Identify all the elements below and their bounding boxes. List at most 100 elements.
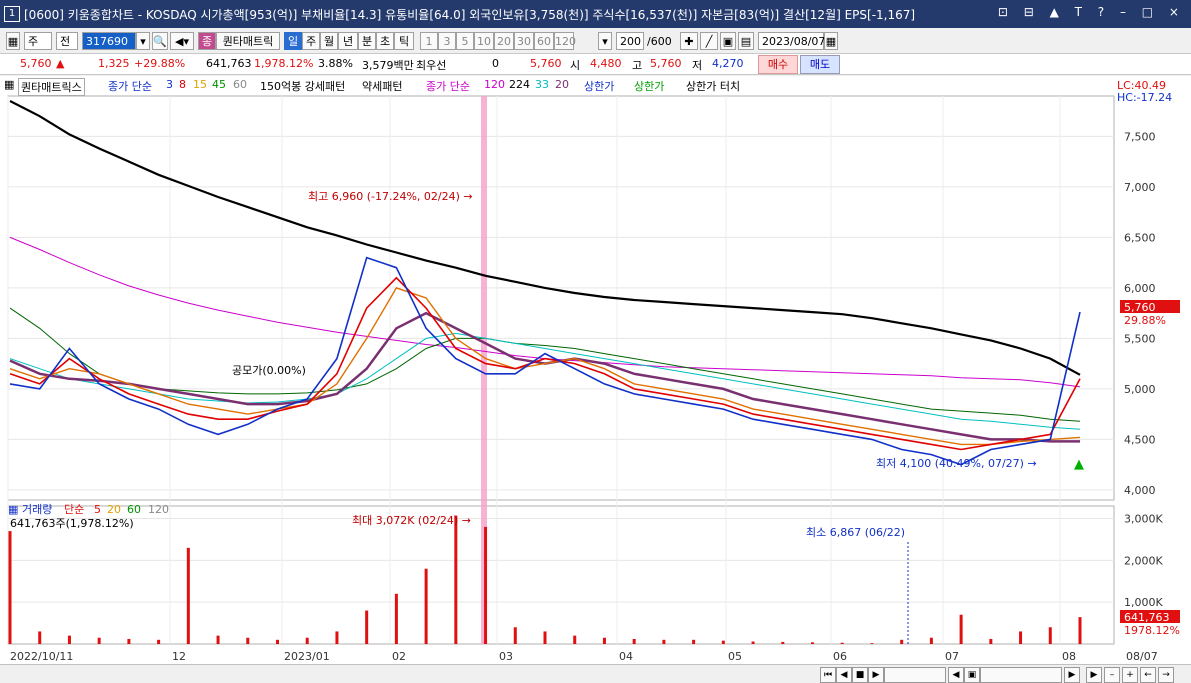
price-change-pct: +29.88% bbox=[134, 57, 186, 70]
volume-bar bbox=[840, 642, 844, 644]
next-icon[interactable]: ▶ bbox=[868, 667, 884, 683]
volume-legend-value: 641,763주(1,978.12%) bbox=[10, 517, 134, 530]
period-month[interactable]: 월 bbox=[320, 32, 338, 50]
small-annotation: 공모가(0.00%) bbox=[232, 364, 306, 377]
legend-ma120: 120 bbox=[484, 78, 505, 91]
volume-bar bbox=[692, 639, 696, 644]
volume-bar bbox=[67, 635, 71, 644]
date-input[interactable]: 2023/08/07 bbox=[758, 32, 825, 50]
num-20[interactable]: 20 bbox=[494, 32, 514, 50]
buy-button[interactable]: 매수 bbox=[758, 55, 798, 74]
volume-bar bbox=[8, 531, 12, 644]
window-buttons[interactable]: ⊡ ⊟ ▲ T ? – □ × bbox=[998, 5, 1185, 19]
scrollbar[interactable] bbox=[884, 667, 946, 683]
grid-icon[interactable]: ▦ bbox=[4, 78, 14, 91]
chevron-down-icon[interactable]: ▾ bbox=[136, 32, 150, 50]
num-10[interactable]: 10 bbox=[474, 32, 494, 50]
high-annotation: 최고 6,960 (-17.24%, 02/24) → bbox=[308, 190, 473, 203]
move-right-icon[interactable]: → bbox=[1158, 667, 1174, 683]
scroll-thumb[interactable]: ▣ bbox=[964, 667, 980, 683]
first-icon[interactable]: ⏮ bbox=[820, 667, 836, 683]
num-3[interactable]: 3 bbox=[438, 32, 456, 50]
volume-bar bbox=[721, 640, 725, 644]
legend-name[interactable]: 퀀타매트릭스 bbox=[18, 78, 85, 96]
market-select[interactable]: 주 bbox=[24, 32, 52, 50]
chevron-down-icon[interactable]: ▾ bbox=[598, 32, 612, 50]
volume-bar bbox=[811, 642, 814, 644]
num-120[interactable]: 120 bbox=[554, 32, 576, 50]
scroll-right-icon[interactable]: ▶ bbox=[1064, 667, 1080, 683]
quantamatrix-label[interactable]: 퀀타매트릭 bbox=[216, 32, 280, 50]
sell-button[interactable]: 매도 bbox=[800, 55, 840, 74]
scroll-track[interactable] bbox=[980, 667, 1062, 683]
volume-bar bbox=[1078, 617, 1082, 644]
period-week[interactable]: 주 bbox=[302, 32, 320, 50]
volume-legend-simple: 단순 bbox=[64, 503, 84, 516]
period-second[interactable]: 초 bbox=[376, 32, 394, 50]
period-day[interactable]: 일 bbox=[284, 32, 302, 50]
volume-tick-label: 2,000K bbox=[1124, 554, 1163, 567]
end-icon[interactable]: ▶ bbox=[1086, 667, 1102, 683]
calendar-icon[interactable]: ▦ bbox=[824, 32, 838, 50]
price-bar: 5,760 ▲ 1,325 +29.88% 641,763 1,978.12% … bbox=[0, 54, 1191, 75]
legend-ma224: 224 bbox=[509, 78, 530, 91]
volume-bar bbox=[573, 635, 577, 644]
date-tick-label: 02 bbox=[392, 650, 406, 663]
num-5[interactable]: 5 bbox=[456, 32, 474, 50]
price-tick-label: 7,000 bbox=[1124, 181, 1156, 194]
volume-bar bbox=[394, 593, 398, 644]
window-title: [0600] 키움종합차트 - KOSDAQ 시가총액[953(억)] 부채비율… bbox=[24, 8, 916, 22]
period-minute[interactable]: 분 bbox=[358, 32, 376, 50]
period-tick[interactable]: 틱 bbox=[394, 32, 414, 50]
volume-bar bbox=[1019, 631, 1023, 644]
crosshair-icon[interactable]: ✚ bbox=[680, 32, 698, 50]
volume-bar bbox=[543, 631, 547, 644]
legend-ma45: 45 bbox=[212, 78, 226, 91]
window-number: 1 bbox=[4, 6, 20, 22]
low-label: 저 bbox=[692, 59, 703, 72]
search-icon[interactable]: 🔍 bbox=[152, 32, 168, 50]
draw-tool-icon[interactable]: ╱ bbox=[700, 32, 718, 50]
price-tick-label: 4,500 bbox=[1124, 433, 1156, 446]
open: 4,480 bbox=[590, 57, 622, 70]
volume-bar bbox=[929, 637, 933, 644]
volume-tick-label: 1,000K bbox=[1124, 596, 1163, 609]
legend-ma33: 33 bbox=[535, 78, 549, 91]
date-tick-label: 04 bbox=[619, 650, 633, 663]
count-total: /600 bbox=[647, 35, 672, 48]
layout-icon[interactable]: ▦ bbox=[6, 32, 20, 50]
volume-bar bbox=[662, 639, 666, 644]
count-input[interactable]: 200 bbox=[616, 32, 644, 50]
date-tick-label: 08/07 bbox=[1126, 650, 1158, 663]
sound-icon[interactable]: ◀▾ bbox=[170, 32, 194, 50]
stock-code-input[interactable]: 317690 bbox=[82, 32, 136, 50]
num-1[interactable]: 1 bbox=[420, 32, 438, 50]
turnover: 3.88% bbox=[318, 57, 353, 70]
high: 5,760 bbox=[650, 57, 682, 70]
volume-tick-label: 3,000K bbox=[1124, 513, 1163, 526]
prev-icon[interactable]: ◀ bbox=[836, 667, 852, 683]
volume-legend-120: 120 bbox=[148, 503, 169, 516]
chart-area[interactable]: 7,500 7,000 6,500 6,000 5,500 5,000 4,500 4,000… bbox=[0, 76, 1191, 664]
num-60[interactable]: 60 bbox=[534, 32, 554, 50]
num-30[interactable]: 30 bbox=[514, 32, 534, 50]
print-icon[interactable]: ▤ bbox=[738, 32, 754, 50]
volume-bar bbox=[335, 631, 339, 644]
zoom-in-icon[interactable]: + bbox=[1122, 667, 1138, 683]
title-bar: 1 [0600] 키움종합차트 - KOSDAQ 시가총액[953(억)] 부채… bbox=[0, 0, 1191, 28]
save-icon[interactable]: ▣ bbox=[720, 32, 736, 50]
mode-select[interactable]: 전 bbox=[56, 32, 78, 50]
volume-legend-60: 60 bbox=[127, 503, 141, 516]
volume-bar bbox=[246, 637, 250, 644]
period-year[interactable]: 년 bbox=[338, 32, 358, 50]
price-tick-label: 4,000 bbox=[1124, 484, 1156, 497]
price-change: 1,325 bbox=[98, 57, 130, 70]
scroll-left-icon[interactable]: ◀ bbox=[948, 667, 964, 683]
grid-icon: ▦ bbox=[8, 503, 18, 516]
legend-ma8: 8 bbox=[179, 78, 186, 91]
last-volume-pct: 1978.12% bbox=[1124, 624, 1180, 637]
stop-icon[interactable]: ■ bbox=[852, 667, 868, 683]
zoom-out-icon[interactable]: – bbox=[1104, 667, 1120, 683]
jong-button[interactable]: 종 bbox=[198, 32, 216, 50]
move-left-icon[interactable]: ← bbox=[1140, 667, 1156, 683]
